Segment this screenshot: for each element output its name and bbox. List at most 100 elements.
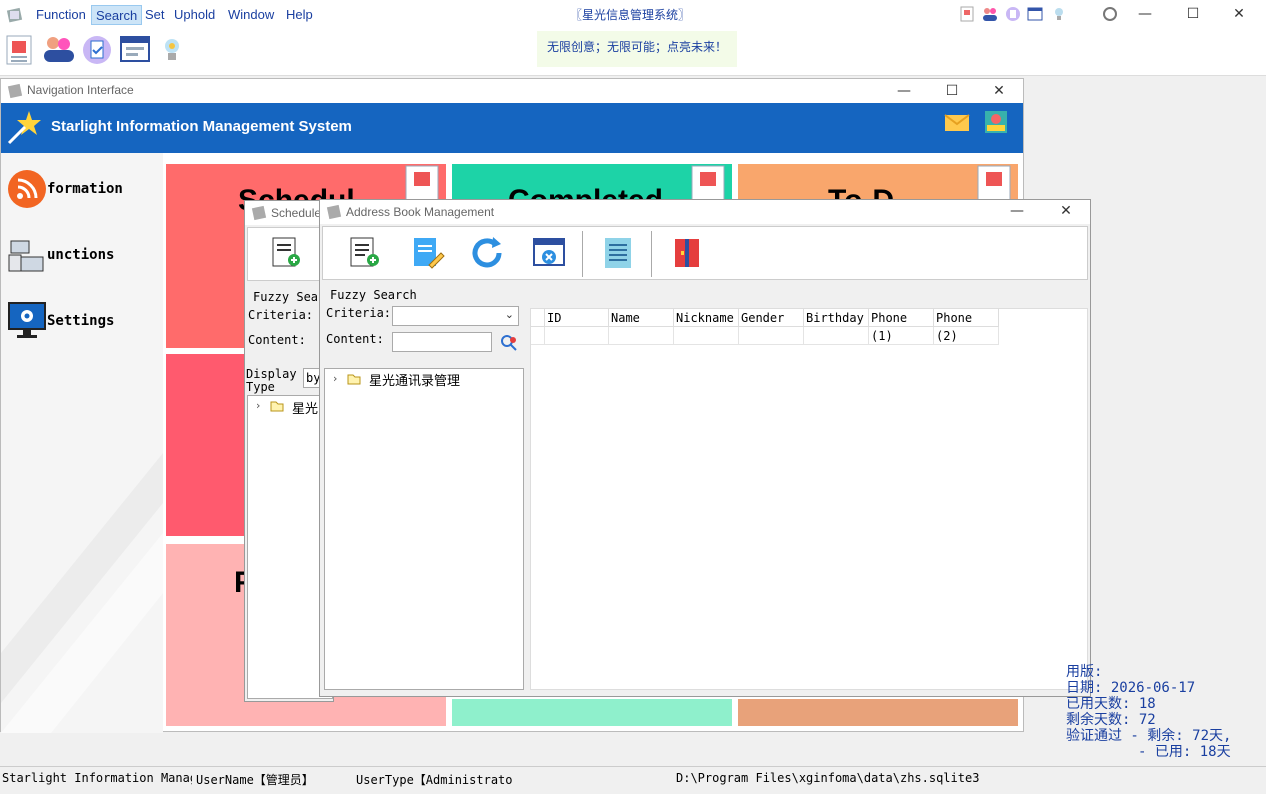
map-icon[interactable]	[983, 109, 1009, 139]
row-header-corner	[531, 309, 545, 327]
users-icon[interactable]	[42, 34, 74, 68]
contact-card-icon[interactable]	[5, 34, 37, 68]
address-book-window: Address Book Management — ✕ Fuzzy Search…	[319, 199, 1091, 697]
trial-line-3: 已用天数: 18	[1066, 696, 1156, 712]
minimize-button[interactable]: —	[1130, 4, 1160, 24]
circle-icon[interactable]	[1102, 6, 1118, 26]
trial-line-5: 验证通过 - 剩余: 72天,	[1066, 728, 1232, 744]
lightbulb-icon[interactable]	[160, 34, 192, 68]
sidebar-item-settings[interactable]: Settings	[7, 301, 157, 345]
table-cell[interactable]	[545, 327, 609, 345]
ab-close-button[interactable]: ✕	[1051, 201, 1081, 221]
table-cell[interactable]	[739, 327, 804, 345]
ab-minimize-button[interactable]: —	[1002, 201, 1032, 221]
table-cell[interactable]	[934, 327, 999, 345]
app-title: 〖星光信息管理系统〗	[569, 8, 690, 22]
contacts-grid: ID Name Nickname Gender Birthday Phone (…	[530, 308, 1088, 690]
browser-window-icon[interactable]	[119, 34, 151, 68]
nav-titlebar: Navigation Interface — ☐ ✕	[1, 79, 1023, 103]
menu-help[interactable]: Help	[282, 5, 317, 25]
contact-card-icon[interactable]	[960, 6, 974, 26]
sidebar-item-functions[interactable]: unctions	[7, 235, 157, 279]
menu-function[interactable]: Function	[32, 5, 90, 25]
sidebar-label-settings: Settings	[47, 313, 115, 329]
tile-bottom-right[interactable]	[738, 699, 1018, 726]
tile-completed[interactable]: Completed	[452, 164, 732, 201]
address-book-toolbar	[322, 226, 1088, 280]
lightbulb-icon[interactable]	[1052, 6, 1066, 26]
close-button[interactable]: ✕	[1224, 4, 1254, 24]
expand-chevron-icon[interactable]: ›	[333, 372, 337, 385]
nav-window-title: Navigation Interface	[27, 83, 134, 97]
decorative-stripes	[1, 453, 163, 733]
clipboard-icon[interactable]	[1005, 6, 1021, 26]
col-header-name[interactable]: Name	[609, 309, 674, 327]
slogan: 无限创意；无限可能；点亮未来！	[537, 31, 737, 67]
display-type-label: Display Type	[246, 367, 297, 394]
menu-search[interactable]: Search	[91, 5, 143, 25]
criteria-select[interactable]: ⌄	[392, 306, 519, 326]
menu-set[interactable]: Set	[141, 5, 169, 25]
add-document-icon[interactable]	[270, 236, 302, 274]
sidebar-item-information[interactable]: formation	[7, 169, 157, 213]
col-header-birthday[interactable]: Birthday	[804, 309, 869, 327]
star-wand-icon	[5, 109, 43, 149]
contact-card-icon	[976, 164, 1012, 204]
table-cell[interactable]	[609, 327, 674, 345]
menu-bar: Function Search Set Uphold Window Help 〖…	[0, 0, 1266, 30]
tile-todo[interactable]: To-D	[738, 164, 1018, 201]
row-header[interactable]	[531, 327, 545, 345]
report-icon[interactable]	[601, 235, 637, 271]
window-icon	[251, 205, 267, 225]
address-book-tree: › 星光通讯录管理	[324, 368, 524, 690]
col-header-phone-2[interactable]: Phone (2)	[934, 309, 999, 343]
refresh-icon[interactable]	[469, 235, 505, 271]
tile-todo-label: To-D	[828, 184, 894, 200]
table-cell[interactable]	[869, 327, 934, 345]
clipboard-check-icon[interactable]	[81, 34, 113, 68]
folder-icon	[270, 400, 284, 416]
col-header-phone-1[interactable]: Phone (1)	[869, 309, 934, 343]
toolbar-divider	[651, 231, 652, 277]
schedule-tree-root[interactable]: 星光	[292, 398, 318, 417]
nav-maximize-button[interactable]: ☐	[937, 81, 967, 101]
trial-line-2: 日期: 2026-06-17	[1066, 680, 1196, 696]
status-db-path: D:\Program Files\xginfoma\data\zhs.sqlit…	[676, 771, 980, 785]
tile-completed-label: Completed	[508, 184, 663, 200]
search-clear-icon[interactable]	[500, 334, 518, 356]
tree-root-node[interactable]: 星光通讯录管理	[369, 370, 460, 389]
maximize-button[interactable]: ☐	[1178, 4, 1208, 24]
browser-icon[interactable]	[1027, 6, 1043, 26]
menu-uphold[interactable]: Uphold	[170, 5, 219, 25]
rss-icon	[7, 169, 47, 213]
exit-door-icon[interactable]	[669, 235, 705, 271]
col-header-gender[interactable]: Gender	[739, 309, 804, 327]
col-header-id[interactable]: ID	[545, 309, 609, 327]
mail-icon[interactable]	[944, 113, 970, 137]
tile-bottom-middle[interactable]	[452, 699, 732, 726]
trial-info: 用版: 日期: 2026-06-17 已用天数: 18 剩余天数: 72 验证通…	[1066, 664, 1266, 760]
users-icon[interactable]	[982, 6, 998, 26]
nav-minimize-button[interactable]: —	[889, 81, 919, 101]
table-cell[interactable]	[804, 327, 869, 345]
table-cell[interactable]	[674, 327, 739, 345]
expand-chevron-icon[interactable]: ›	[256, 399, 260, 412]
edit-record-icon[interactable]	[409, 235, 445, 271]
address-book-titlebar: Address Book Management — ✕	[320, 200, 1090, 224]
add-record-icon[interactable]	[347, 235, 383, 271]
content-label: Content:	[326, 332, 384, 346]
schedule-fuzzy-search-label: Fuzzy Sea	[253, 290, 319, 304]
monitor-gear-icon	[7, 301, 47, 345]
menu-window[interactable]: Window	[224, 5, 278, 25]
trial-line-1: 用版:	[1066, 664, 1103, 680]
window-icon	[326, 204, 342, 224]
content-input[interactable]	[392, 332, 492, 352]
col-header-nickname[interactable]: Nickname	[674, 309, 739, 327]
sidebar-label-functions: unctions	[47, 247, 115, 263]
status-bar: Starlight Information Manage UserName【管理…	[0, 766, 1266, 790]
nav-close-button[interactable]: ✕	[984, 81, 1014, 101]
toolbar-divider	[582, 231, 583, 277]
status-usertype: UserType【Administrato	[356, 773, 512, 787]
delete-record-icon[interactable]	[531, 235, 567, 271]
contact-card-icon	[690, 164, 726, 204]
